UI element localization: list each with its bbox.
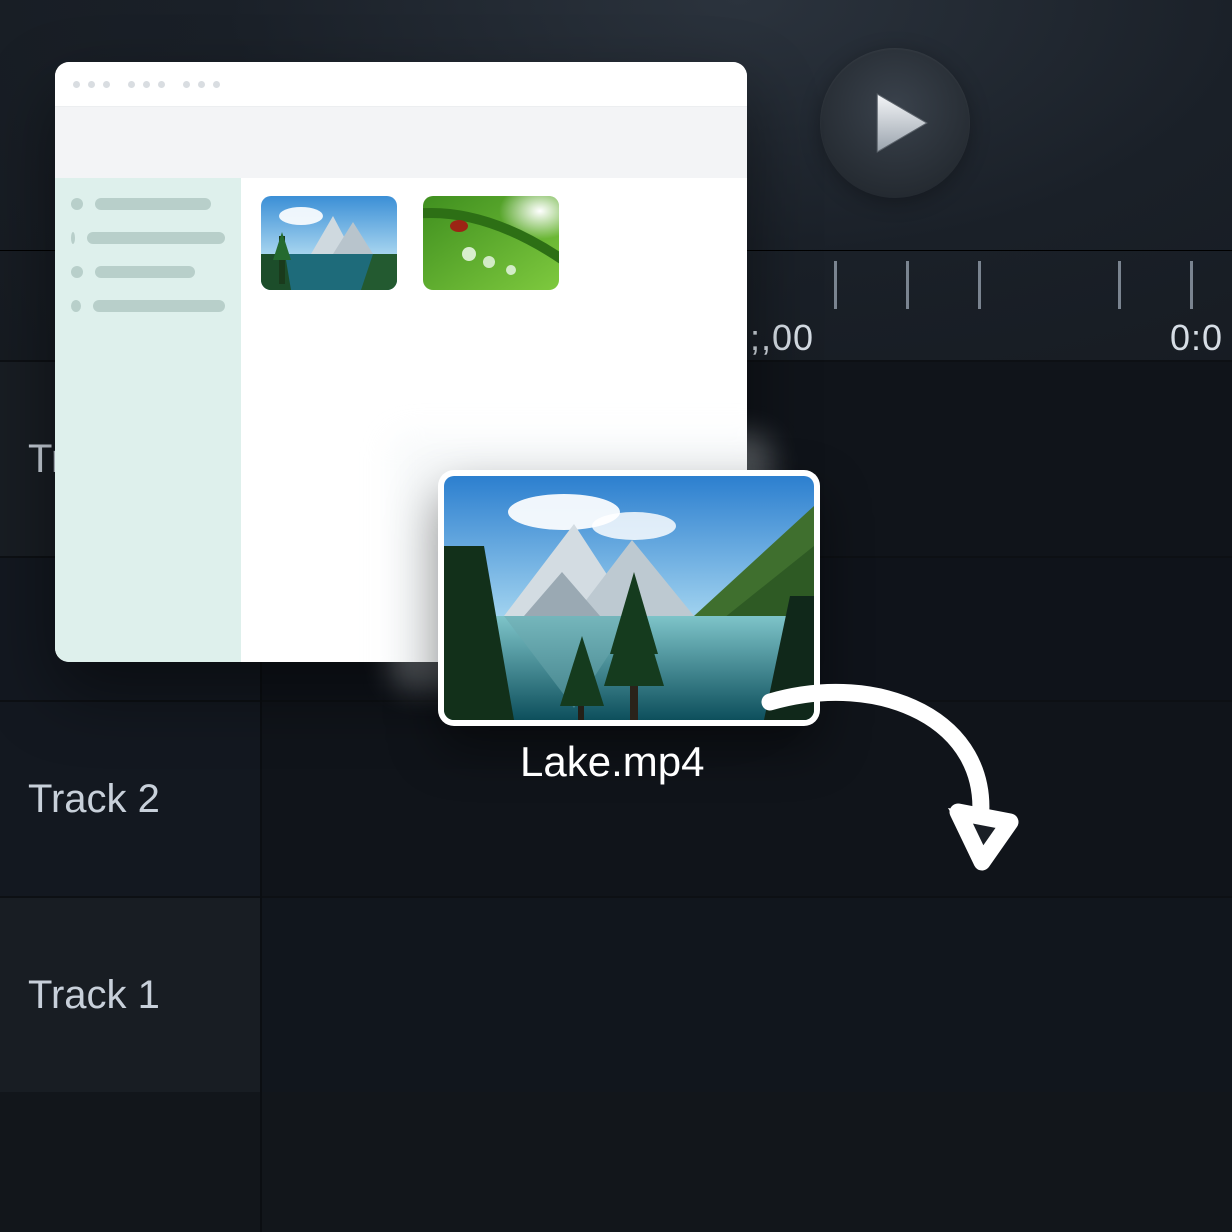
ruler-tick xyxy=(1190,261,1193,309)
ruler-tick xyxy=(978,261,981,309)
sidebar-label-placeholder xyxy=(87,232,225,244)
sidebar-item[interactable] xyxy=(71,232,225,244)
finder-titlebar[interactable] xyxy=(55,62,747,106)
sidebar-label-placeholder xyxy=(95,266,195,278)
play-icon xyxy=(869,92,931,154)
track-lane[interactable] xyxy=(260,896,1232,1092)
traffic-dot xyxy=(128,81,135,88)
traffic-dot xyxy=(143,81,150,88)
bullet-icon xyxy=(71,300,81,312)
traffic-dot xyxy=(103,81,110,88)
sidebar-label-placeholder xyxy=(93,300,225,312)
ruler-label: 0:0 xyxy=(1170,317,1223,359)
track-header[interactable]: Track 1 xyxy=(0,896,260,1092)
traffic-dot xyxy=(198,81,205,88)
ruler-tick xyxy=(906,261,909,309)
track-label: Track 2 xyxy=(28,777,160,822)
bullet-icon xyxy=(71,198,83,210)
lake-thumb-icon xyxy=(261,196,397,290)
sidebar-item[interactable] xyxy=(71,300,225,312)
ruler-tick xyxy=(834,261,837,309)
traffic-dot xyxy=(73,81,80,88)
traffic-lights[interactable] xyxy=(128,81,165,88)
track-lane[interactable] xyxy=(260,700,1232,896)
traffic-lights[interactable] xyxy=(183,81,220,88)
play-button[interactable] xyxy=(820,48,970,198)
sidebar-item[interactable] xyxy=(71,266,225,278)
ruler-label: ;,00 xyxy=(750,317,814,359)
sidebar-item[interactable] xyxy=(71,198,225,210)
leaf-thumb-icon xyxy=(423,196,559,290)
lake-clip-image xyxy=(444,476,814,720)
ruler-tick xyxy=(1118,261,1121,309)
drag-arrow-icon xyxy=(760,672,1040,902)
track-label: Track 1 xyxy=(28,973,160,1018)
bullet-icon xyxy=(71,232,75,244)
traffic-dot xyxy=(213,81,220,88)
traffic-lights[interactable] xyxy=(73,81,110,88)
traffic-dot xyxy=(183,81,190,88)
bullet-icon xyxy=(71,266,83,278)
finder-toolbar xyxy=(55,106,747,178)
traffic-dot xyxy=(88,81,95,88)
traffic-dot xyxy=(158,81,165,88)
dragged-clip-filename: Lake.mp4 xyxy=(520,738,704,786)
track-header[interactable]: Track 2 xyxy=(0,700,260,896)
sidebar-label-placeholder xyxy=(95,198,211,210)
finder-sidebar[interactable] xyxy=(55,178,241,662)
media-thumb-lake[interactable] xyxy=(261,196,397,290)
media-thumb-leaf[interactable] xyxy=(423,196,559,290)
